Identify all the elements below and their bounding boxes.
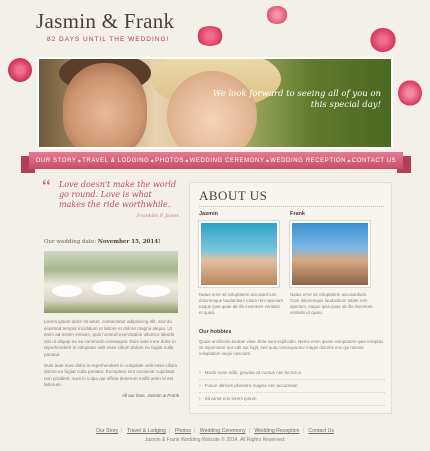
profile-bio: Natus error sit voluptatem accusant ium … (199, 292, 283, 315)
hobby-label: Sit amet eos lorem ipsum (204, 396, 257, 401)
site-logo[interactable]: Jasmin & Frank (36, 9, 174, 34)
hobby-label: Morbi nunc odio, gravida at cursus nec l… (204, 370, 301, 375)
hobbies-list: › Morbi nunc odio, gravida at cursus nec … (199, 367, 385, 406)
footer-separator: | (248, 428, 250, 434)
profile-bio: Natus error sit voluptatem accusantium. … (290, 292, 373, 315)
profile-photo[interactable] (199, 221, 279, 287)
copyright: Jasmin & Frank Wedding Website © 2014. A… (144, 437, 286, 443)
wedding-date: November 15, 2014! (97, 239, 161, 245)
main-nav: OUR STORY ◆ TRAVEL & LODGING ◆ PHOTOS ◆ … (21, 152, 411, 173)
hobbies-title: Our hobbies (199, 329, 232, 335)
profile-photo[interactable] (290, 221, 370, 287)
photo-detail (136, 285, 170, 297)
nav-item-contact-us[interactable]: CONTACT US (352, 158, 396, 164)
list-item[interactable]: › Morbi nunc odio, gravida at cursus nec … (199, 367, 385, 380)
nav-item-photos[interactable]: PHOTOS (155, 158, 184, 164)
nav-item-wedding-ceremony[interactable]: WEDDING CEREMONY (190, 158, 265, 164)
left-column: “ Love doesn't make the world go round. … (42, 176, 179, 400)
footer-link-our-story[interactable]: Our Story (96, 428, 118, 434)
flower-decoration (370, 28, 396, 52)
profile-name: Jasmin (199, 211, 218, 217)
nav-separator: ◆ (185, 158, 189, 163)
footer-link-travel-lodging[interactable]: Travel & Lodging (127, 428, 166, 434)
hero-photo-detail (63, 63, 147, 147)
footer-link-photos[interactable]: Photos (175, 428, 191, 434)
wedding-countdown: 82 DAYS UNTIL THE WEDDING! (47, 36, 170, 43)
flower-decoration (398, 80, 422, 106)
footer-separator: | (121, 428, 123, 434)
footer-separator: | (302, 428, 304, 434)
arrow-right-icon: › (199, 396, 201, 402)
photo-detail (52, 285, 82, 297)
flower-decoration (266, 6, 288, 24)
love-quote: Love doesn't make the world go round. Lo… (59, 180, 177, 209)
nav-item-travel-lodging[interactable]: TRAVEL & LODGING (82, 158, 149, 164)
nav-item-our-story[interactable]: OUR STORY (36, 158, 77, 164)
wedding-date-line: Our wedding date: November 15, 2014! (44, 239, 179, 245)
hobby-label: Fusce ultrices pharetra magna nec accums… (204, 383, 298, 388)
arrow-right-icon: › (199, 370, 201, 376)
about-title: ABOUT US (199, 188, 268, 203)
story-text: Lorem ipsum dolor sit amet, consectetur … (44, 319, 179, 400)
wedding-date-label: Our wedding date: (44, 239, 97, 245)
profile-jasmin: Jasmin Natus error sit voluptatem accusa… (199, 211, 283, 316)
reception-photo[interactable] (44, 251, 178, 313)
list-item[interactable]: › Sit amet eos lorem ipsum (199, 393, 385, 406)
footer-separator: | (169, 428, 171, 434)
story-paragraph: Lorem ipsum dolor sit amet, consectetur … (44, 319, 176, 357)
nav-separator: ◆ (150, 158, 154, 163)
about-panel: ABOUT US Jasmin Natus error sit voluptat… (189, 182, 392, 414)
quote-author: Franklin P. Jones (136, 213, 179, 219)
divider (199, 206, 384, 207)
footer-nav: Our Story | Travel & Lodging | Photos | Wed… (0, 428, 430, 434)
hero-quote: We look forward to seeing all of you on … (212, 89, 381, 110)
profile-name: Frank (290, 211, 305, 217)
nav-separator: ◆ (77, 158, 81, 163)
footer-link-contact-us[interactable]: Contact Us (308, 428, 334, 434)
footer-separator: | (193, 428, 196, 434)
list-item[interactable]: › Fusce ultrices pharetra magna nec accum… (199, 380, 385, 393)
photo-detail (92, 281, 126, 295)
flower-decoration (8, 58, 32, 82)
page: Jasmin & Frank 82 DAYS UNTIL THE WEDDING… (0, 0, 430, 451)
profile-frank: Frank Natus error sit voluptatem accusan… (290, 211, 374, 316)
footer-link-wedding-ceremony[interactable]: Wedding Ceremony (200, 428, 246, 434)
arrow-right-icon: › (199, 383, 201, 389)
story-signature: All our love, Jasmin & Frank (121, 392, 179, 398)
hero-banner: We look forward to seeing all of you on … (37, 57, 393, 149)
footer-link-wedding-reception[interactable]: Wedding Reception (254, 428, 299, 434)
nav-separator: ◆ (265, 158, 269, 163)
flower-decoration (196, 26, 224, 46)
hobbies-text: Quasi architecto beatae vitae dicta sunt… (199, 339, 384, 356)
nav-item-wedding-reception[interactable]: WEDDING RECEPTION (270, 158, 346, 164)
story-paragraph: Duis aute irure dolor in reprehenderit i… (44, 362, 178, 388)
quote-mark-icon: “ (42, 176, 51, 198)
nav-separator: ◆ (347, 158, 351, 163)
